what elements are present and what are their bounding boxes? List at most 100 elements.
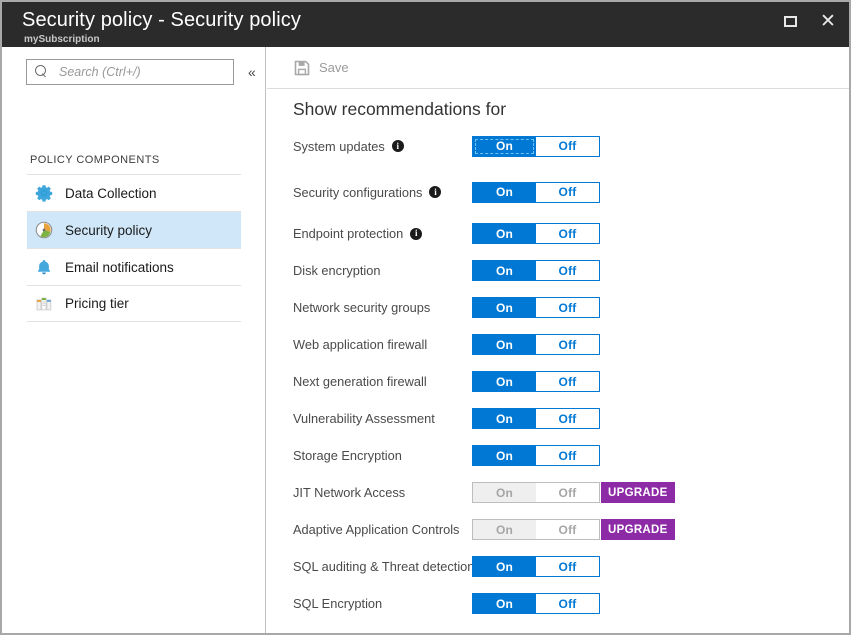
close-button[interactable]: ✕ xyxy=(811,6,845,36)
toggle-sql-encryption[interactable]: OnOff xyxy=(472,593,600,614)
policy-label: SQL Encryption xyxy=(293,596,382,611)
toggle-off-option[interactable]: Off xyxy=(536,137,599,156)
toggle-off-option[interactable]: Off xyxy=(536,335,599,354)
info-icon[interactable]: i xyxy=(429,186,441,198)
policy-row: Web application firewall OnOff xyxy=(267,326,849,363)
sidebar-item-data-collection[interactable]: Data Collection xyxy=(27,174,241,211)
toggle-off-option[interactable]: Off xyxy=(536,557,599,576)
sidebar-item-security-policy[interactable]: Security policy xyxy=(27,211,241,248)
sidebar-item-label: Data Collection xyxy=(65,186,157,201)
sidebar-item-pricing-tier[interactable]: Pricing tier xyxy=(27,285,241,322)
sidebar-item-label: Email notifications xyxy=(65,260,174,275)
policy-row: SQL Encryption OnOff xyxy=(267,585,849,622)
toggle-on-option[interactable]: On xyxy=(473,557,536,576)
save-icon xyxy=(294,60,310,76)
toggle-off-option[interactable]: Off xyxy=(536,594,599,613)
sidebar-item-label: Security policy xyxy=(65,223,152,238)
search-row: « xyxy=(2,47,266,95)
search-input[interactable] xyxy=(57,64,229,80)
policy-row: Disk encryption OnOff xyxy=(267,252,849,289)
policy-label: Network security groups xyxy=(293,300,430,315)
policy-components-header: POLICY COMPONENTS xyxy=(30,154,160,166)
policy-label-text: SQL auditing & Threat detection xyxy=(293,559,474,574)
toggle-network-security-groups[interactable]: OnOff xyxy=(472,297,600,318)
toggle-on-option[interactable]: On xyxy=(473,137,536,156)
save-button[interactable]: Save xyxy=(294,60,349,76)
main-panel: Save Show recommendations for System upd… xyxy=(267,47,849,633)
toggle-security-configurations[interactable]: OnOff xyxy=(472,182,600,203)
search-box[interactable] xyxy=(26,59,234,85)
policy-rows: System updatesiOnOffSecurity configurati… xyxy=(267,123,849,622)
toggle-off-option[interactable]: Off xyxy=(536,183,599,202)
upgrade-badge[interactable]: UPGRADE xyxy=(601,519,675,540)
toggle-off-option[interactable]: Off xyxy=(536,446,599,465)
toggle-on-option[interactable]: On xyxy=(473,261,536,280)
policy-label: JIT Network Access xyxy=(293,485,405,500)
toggle-disk-encryption[interactable]: OnOff xyxy=(472,260,600,281)
policy-row: System updates i OnOff xyxy=(267,123,849,169)
sidebar-nav-list: Data Collection Security policy Email noti… xyxy=(2,174,266,322)
toggle-off-option: Off xyxy=(536,520,599,539)
policy-label: Next generation firewall xyxy=(293,374,427,389)
policy-label-text: Disk encryption xyxy=(293,263,380,278)
title-bar: Security policy - Security policy mySubs… xyxy=(2,2,849,47)
bell-icon xyxy=(35,258,53,276)
policy-row: Security configurations i OnOff xyxy=(267,169,849,215)
toggle-on-option: On xyxy=(473,483,536,502)
security-policy-window: Security policy - Security policy mySubs… xyxy=(0,0,851,635)
toggle-off-option[interactable]: Off xyxy=(536,261,599,280)
policy-row: Adaptive Application Controls OnOffUPGRAD… xyxy=(267,511,849,548)
search-icon xyxy=(35,65,49,79)
policy-label-text: SQL Encryption xyxy=(293,596,382,611)
policy-label: Adaptive Application Controls xyxy=(293,522,459,537)
toggle-storage-encryption[interactable]: OnOff xyxy=(472,445,600,466)
toggle-web-application-firewall[interactable]: OnOff xyxy=(472,334,600,355)
toggle-on-option[interactable]: On xyxy=(473,594,536,613)
page-title: Security policy - Security policy xyxy=(22,9,301,32)
policy-label-text: JIT Network Access xyxy=(293,485,405,500)
toggle-on-option: On xyxy=(473,520,536,539)
upgrade-badge[interactable]: UPGRADE xyxy=(601,482,675,503)
toggle-off-option[interactable]: Off xyxy=(536,298,599,317)
policy-row: Storage Encryption OnOff xyxy=(267,437,849,474)
toggle-sql-auditing-threat-detection[interactable]: OnOff xyxy=(472,556,600,577)
toggle-on-option[interactable]: On xyxy=(473,224,536,243)
policy-label: Endpoint protectioni xyxy=(293,226,422,241)
policy-label-text: Storage Encryption xyxy=(293,448,402,463)
policy-label: Storage Encryption xyxy=(293,448,402,463)
policy-label: Web application firewall xyxy=(293,337,427,352)
toggle-on-option[interactable]: On xyxy=(473,183,536,202)
toggle-on-option[interactable]: On xyxy=(473,298,536,317)
toggle-off-option[interactable]: Off xyxy=(536,372,599,391)
toggle-endpoint-protection[interactable]: OnOff xyxy=(472,223,600,244)
toggle-on-option[interactable]: On xyxy=(473,372,536,391)
policy-label: Vulnerability Assessment xyxy=(293,411,435,426)
policy-row: Vulnerability Assessment OnOff xyxy=(267,400,849,437)
info-icon[interactable]: i xyxy=(410,228,422,240)
policy-label-text: System updates xyxy=(293,139,385,154)
toggle-off-option[interactable]: Off xyxy=(536,224,599,243)
restore-button[interactable] xyxy=(773,6,807,36)
toggle-system-updates[interactable]: OnOff xyxy=(472,136,600,157)
info-icon[interactable]: i xyxy=(392,140,404,152)
toggle-off-option[interactable]: Off xyxy=(536,409,599,428)
sidebar-item-email-notifications[interactable]: Email notifications xyxy=(27,248,241,285)
toggle-on-option[interactable]: On xyxy=(473,446,536,465)
policy-pie-icon xyxy=(35,221,53,239)
collapse-sidebar-button[interactable]: « xyxy=(248,65,256,79)
policy-label-text: Vulnerability Assessment xyxy=(293,411,435,426)
policy-label-text: Web application firewall xyxy=(293,337,427,352)
policy-label: Disk encryption xyxy=(293,263,380,278)
policy-row: SQL auditing & Threat detectionOnOff xyxy=(267,548,849,585)
panel-title: Show recommendations for xyxy=(293,99,506,120)
policy-row: Next generation firewall OnOff xyxy=(267,363,849,400)
toggle-on-option[interactable]: On xyxy=(473,409,536,428)
save-label: Save xyxy=(319,60,349,75)
policy-label-text: Adaptive Application Controls xyxy=(293,522,459,537)
subscription-label: mySubscription xyxy=(24,34,100,45)
policy-label-text: Security configurations xyxy=(293,185,422,200)
toggle-next-generation-firewall[interactable]: OnOff xyxy=(472,371,600,392)
restore-icon xyxy=(784,16,797,27)
toggle-vulnerability-assessment[interactable]: OnOff xyxy=(472,408,600,429)
toggle-on-option[interactable]: On xyxy=(473,335,536,354)
